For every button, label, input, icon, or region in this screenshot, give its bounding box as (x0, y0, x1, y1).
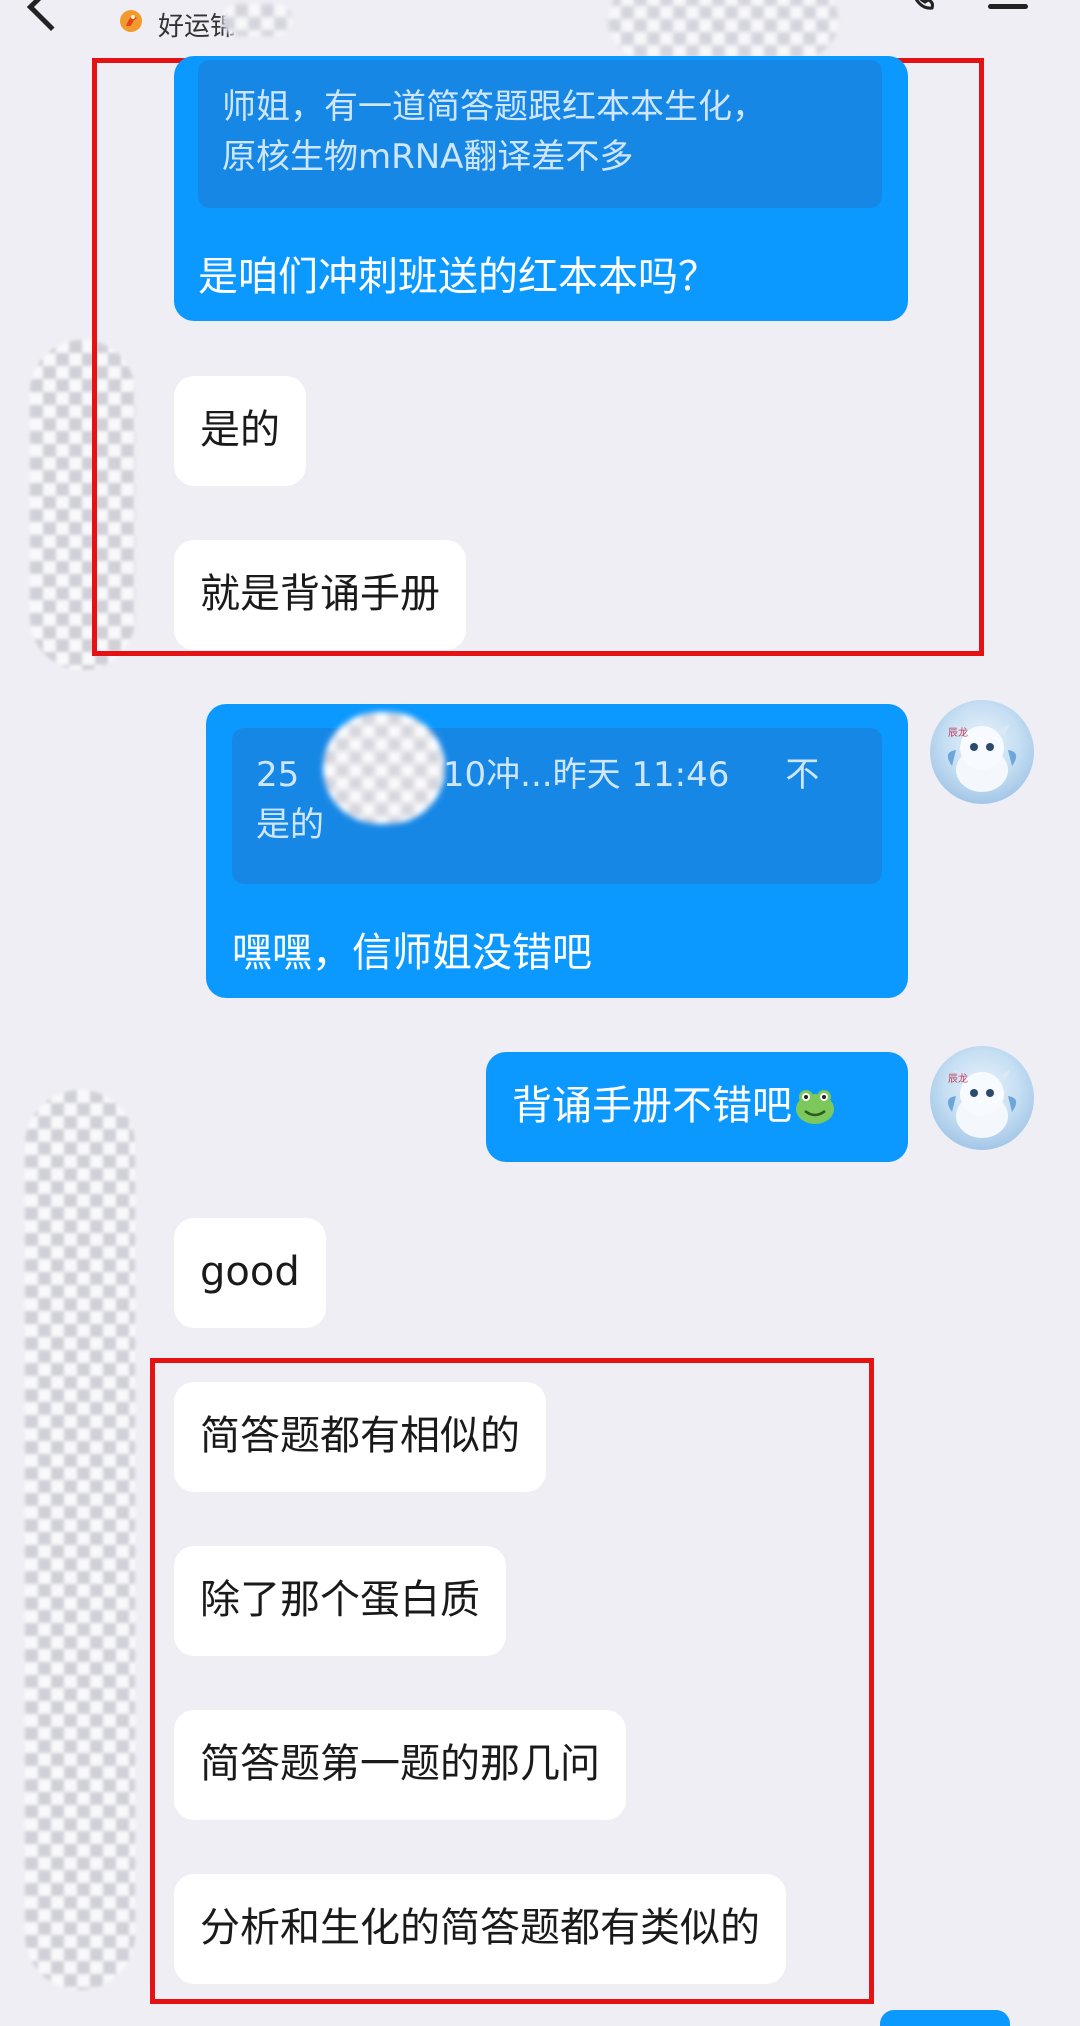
message-text: 简答题第一题的那几问 (200, 1741, 600, 1787)
phone-icon[interactable] (906, 0, 936, 12)
message-bubble-other[interactable]: 就是背诵手册 (174, 540, 466, 650)
message-bubble-other[interactable]: 除了那个蛋白质 (174, 1546, 506, 1656)
quoted-text-line: 师姐，有一道简答题跟红本本生化， (222, 87, 766, 127)
menu-icon[interactable] (988, 4, 1028, 9)
message-bubble-other[interactable]: 简答题都有相似的 (174, 1382, 546, 1492)
message-text: 就是背诵手册 (200, 571, 440, 617)
avatar-label: 辰龙 (948, 1072, 968, 1085)
quoted-text-line: 原核生物mRNA翻译差不多 (222, 137, 634, 177)
message-text: 背诵手册不错吧 (512, 1083, 792, 1129)
dragon-avatar-icon: 辰龙 (947, 724, 1017, 792)
message-bubble-other[interactable]: good (174, 1218, 326, 1328)
avatar-label: 辰龙 (948, 726, 968, 739)
frog-emoji-icon (796, 1090, 834, 1124)
privacy-mask (222, 4, 292, 36)
message-bubble-other[interactable]: 分析和生化的简答题都有类似的 (174, 1874, 786, 1984)
message-text: 简答题都有相似的 (200, 1413, 520, 1459)
privacy-mask (608, 0, 838, 60)
message-bubble-other[interactable]: 是的 (174, 376, 306, 486)
message-text: 除了那个蛋白质 (200, 1577, 480, 1623)
message-bubble-self[interactable] (880, 2010, 1010, 2026)
message-text: 是的 (200, 407, 280, 453)
group-avatar-icon (120, 10, 142, 32)
privacy-mask (323, 712, 445, 824)
message-bubble-self[interactable]: 背诵手册不错吧 (486, 1052, 908, 1162)
avatar[interactable]: 辰龙 (930, 1046, 1034, 1150)
dragon-avatar-icon: 辰龙 (947, 1070, 1017, 1138)
quoted-message[interactable]: 师姐，有一道简答题跟红本本生化， 原核生物mRNA翻译差不多 (198, 60, 882, 208)
back-arrow-icon[interactable] (26, 0, 76, 32)
avatar[interactable]: 辰龙 (930, 700, 1034, 804)
quoted-sender-prefix: 25 (256, 755, 300, 795)
chat-screen: 好运锦 师姐，有一道简答题跟红本本生化， 原核生物mRNA翻译差不多 是咱们冲刺… (0, 0, 1080, 2026)
quoted-text-tail: 不 (785, 755, 820, 795)
message-bubble-other[interactable]: 简答题第一题的那几问 (174, 1710, 626, 1820)
privacy-mask (25, 1090, 135, 1990)
message-text: good (200, 1249, 300, 1295)
message-text: 嘿嘿，信师姐没错吧 (232, 930, 592, 976)
top-bar: 好运锦 (0, 0, 1080, 60)
message-text: 是咱们冲刺班送的红本本吗？ (198, 254, 718, 300)
message-text: 分析和生化的简答题都有类似的 (200, 1905, 760, 1951)
quoted-sender-time: 710冲...昨天 11:46 (421, 755, 730, 795)
